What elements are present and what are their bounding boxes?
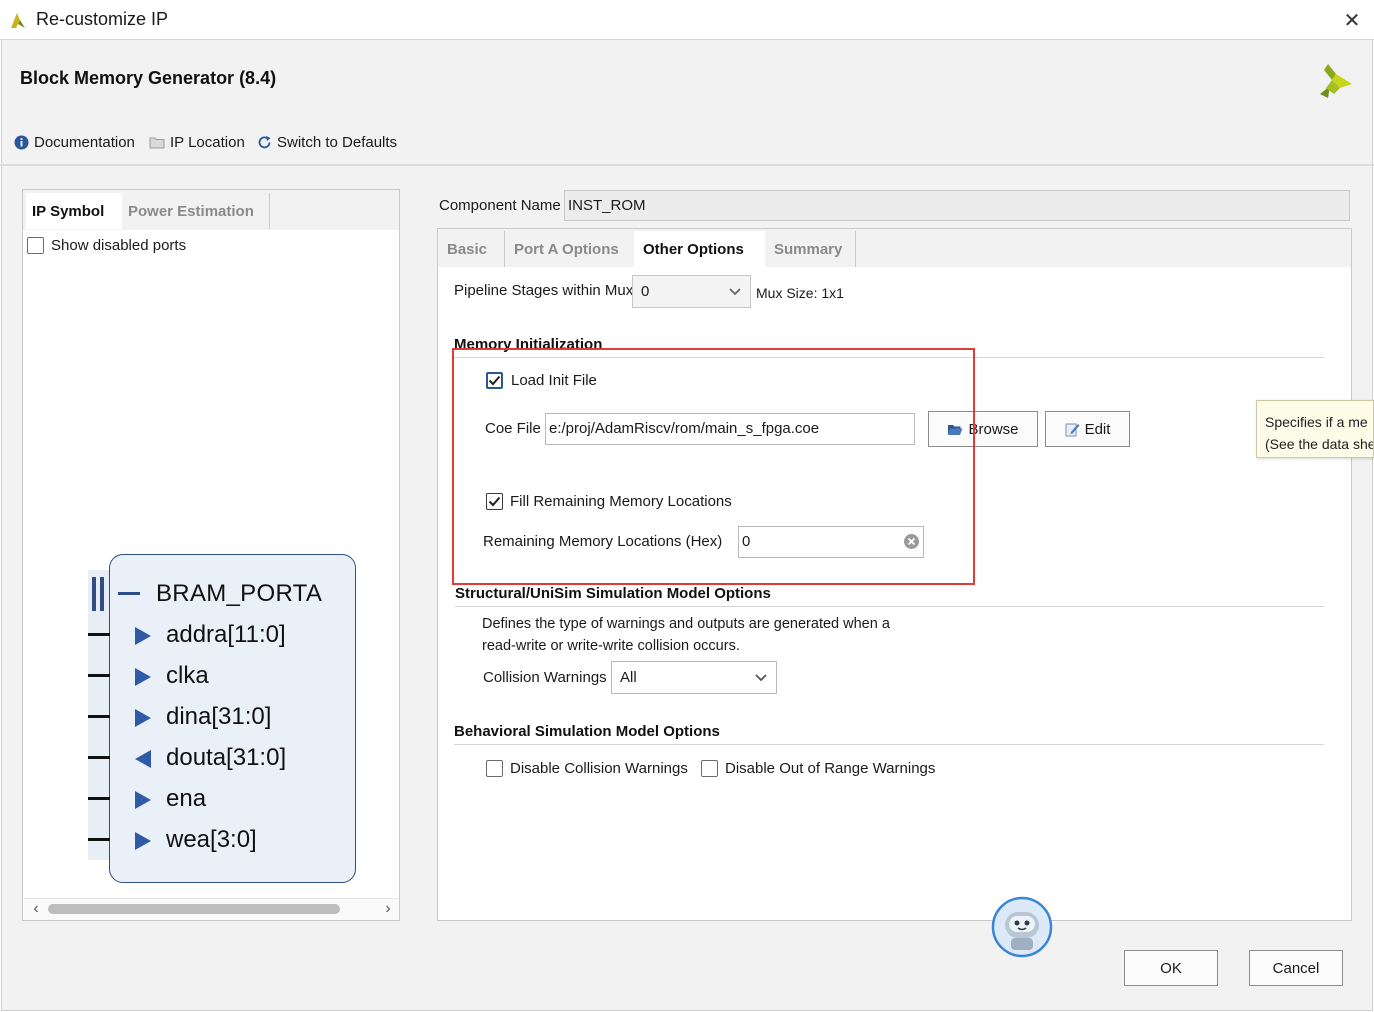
highlight-annotation-box <box>452 348 975 585</box>
tooltip: Specifies if a me (See the data she <box>1256 400 1374 458</box>
mux-size-text: Mux Size: 1x1 <box>756 285 844 301</box>
assistant-robot-icon[interactable] <box>991 896 1053 958</box>
switch-defaults-label: Switch to Defaults <box>277 133 398 151</box>
window-title: Re-customize IP <box>36 9 169 29</box>
title-bar <box>0 0 1374 40</box>
vertical-scrollbar-track[interactable] <box>1328 267 1348 917</box>
structural-sim-title: Structural/UniSim Simulation Model Optio… <box>455 585 771 602</box>
scroll-right-icon[interactable]: › <box>380 900 396 918</box>
interface-collapse-icon[interactable] <box>118 592 140 595</box>
port-wire <box>88 797 110 800</box>
input-arrow-icon <box>135 832 151 850</box>
collision-warnings-label: Collision Warnings <box>483 669 607 686</box>
port-name: ena <box>166 785 207 812</box>
xilinx-logo-icon <box>1320 64 1352 98</box>
edit-icon <box>1065 423 1080 436</box>
edit-button[interactable]: Edit <box>1045 411 1130 447</box>
collision-warnings-select[interactable]: All <box>611 661 777 694</box>
structural-description: read-write or write-write collision occu… <box>482 638 740 654</box>
port-wire <box>88 715 110 718</box>
section-divider <box>454 744 1324 745</box>
tab-ip-symbol[interactable]: IP Symbol <box>26 193 122 229</box>
interface-name: BRAM_PORTA <box>156 580 323 607</box>
show-disabled-label: Show disabled ports <box>51 237 187 254</box>
port-name: douta[31:0] <box>166 744 287 771</box>
chevron-down-icon <box>729 287 741 295</box>
collision-warnings-value: All <box>620 669 637 686</box>
switch-defaults-button[interactable]: Switch to Defaults <box>257 132 397 152</box>
browse-label: Browse <box>968 420 1019 438</box>
port-wire <box>88 674 110 677</box>
disable-range-option[interactable]: Disable Out of Range Warnings <box>701 760 935 777</box>
tooltip-line: (See the data she <box>1265 436 1374 452</box>
scrollbar-thumb[interactable] <box>48 904 340 914</box>
info-icon <box>14 135 29 150</box>
component-name-label: Component Name <box>439 197 561 214</box>
section-divider <box>455 606 1324 607</box>
cancel-button[interactable]: Cancel <box>1249 950 1343 986</box>
port-wire <box>88 838 110 841</box>
folder-icon <box>149 136 165 149</box>
component-name-field[interactable]: INST_ROM <box>564 190 1350 221</box>
ip-location-label: IP Location <box>170 133 245 151</box>
scroll-left-icon[interactable]: ‹ <box>28 900 44 918</box>
input-arrow-icon <box>135 709 151 727</box>
edit-label: Edit <box>1084 420 1111 438</box>
tooltip-line: Specifies if a me <box>1265 414 1368 430</box>
documentation-label: Documentation <box>34 133 135 151</box>
structural-description: Defines the type of warnings and outputs… <box>482 616 890 632</box>
port-wire <box>88 756 110 759</box>
behavioral-sim-title: Behavioral Simulation Model Options <box>454 723 720 740</box>
pipeline-stages-label: Pipeline Stages within Mux <box>454 282 634 299</box>
port-name: addra[11:0] <box>166 621 286 648</box>
pipeline-stages-value: 0 <box>641 283 650 300</box>
vivado-logo-icon <box>11 13 25 28</box>
pipeline-stages-select[interactable]: 0 <box>632 275 751 308</box>
tab-basic[interactable]: Basic <box>438 231 504 267</box>
bus-interface-icon <box>92 577 104 611</box>
port-name: wea[3:0] <box>166 826 257 853</box>
show-disabled-ports[interactable]: Show disabled ports <box>27 237 186 254</box>
toolbar-divider <box>0 164 1374 166</box>
refresh-icon <box>257 135 272 150</box>
input-arrow-icon <box>135 791 151 809</box>
port-name: clka <box>166 662 209 689</box>
port-name: dina[31:0] <box>166 703 272 730</box>
show-disabled-checkbox[interactable] <box>27 237 44 254</box>
ip-title: Block Memory Generator (8.4) <box>20 68 277 88</box>
ip-location-button[interactable]: IP Location <box>149 132 245 152</box>
tab-port-a-options[interactable]: Port A Options <box>504 231 634 267</box>
tab-other-options[interactable]: Other Options <box>634 231 765 267</box>
disable-collision-option[interactable]: Disable Collision Warnings <box>486 760 688 777</box>
output-arrow-icon <box>135 750 151 768</box>
port-wire <box>88 633 110 636</box>
input-arrow-icon <box>135 668 151 686</box>
ok-button[interactable]: OK <box>1124 950 1218 986</box>
input-arrow-icon <box>135 627 151 645</box>
chevron-down-icon <box>755 673 767 681</box>
close-icon[interactable]: ✕ <box>1336 4 1368 36</box>
documentation-button[interactable]: Documentation <box>14 132 135 152</box>
disable-collision-label: Disable Collision Warnings <box>510 760 688 777</box>
disable-range-checkbox[interactable] <box>701 760 718 777</box>
tab-summary[interactable]: Summary <box>765 231 856 267</box>
disable-collision-checkbox[interactable] <box>486 760 503 777</box>
tab-power-estimation[interactable]: Power Estimation <box>122 193 270 229</box>
disable-range-label: Disable Out of Range Warnings <box>725 760 936 777</box>
